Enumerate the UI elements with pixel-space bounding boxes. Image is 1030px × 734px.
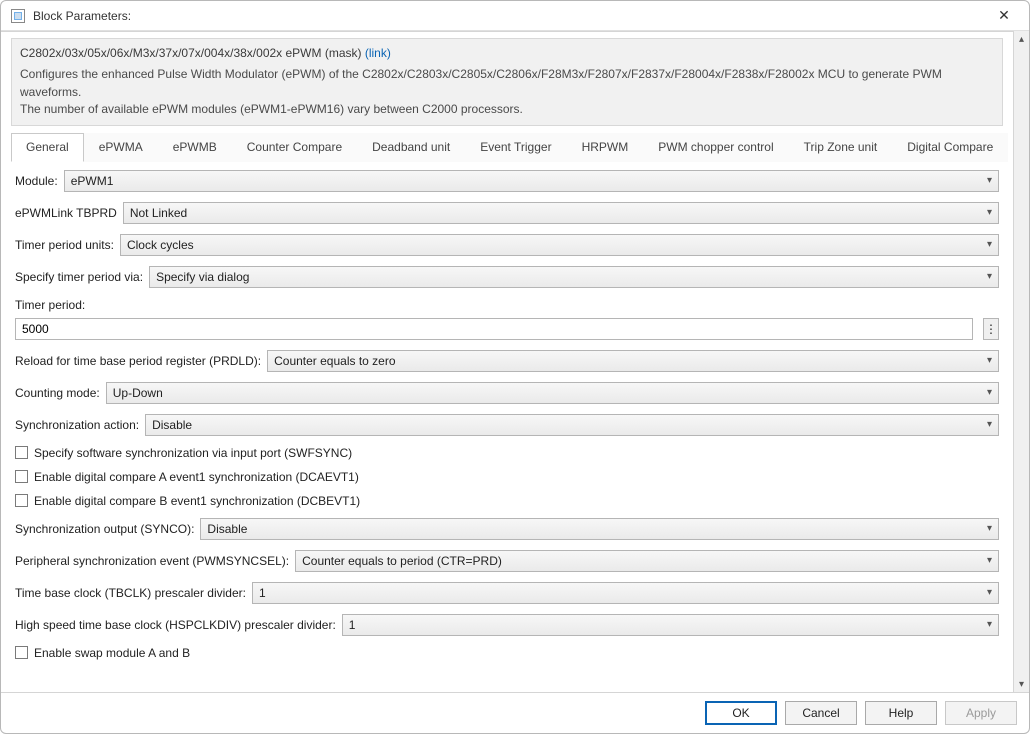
mask-desc-1: Configures the enhanced Pulse Width Modu… — [20, 66, 994, 101]
tab-epwmb[interactable]: ePWMB — [158, 133, 232, 162]
dropdown-timer-units-value: Clock cycles — [127, 238, 194, 252]
label-hspclk: High speed time base clock (HSPCLKDIV) p… — [15, 618, 336, 632]
row-dcaevt1: Enable digital compare A event1 synchron… — [15, 470, 999, 484]
label-dcaevt1: Enable digital compare A event1 synchron… — [34, 470, 359, 484]
mask-desc-2: The number of available ePWM modules (eP… — [20, 101, 994, 118]
label-tbclk: Time base clock (TBCLK) prescaler divide… — [15, 586, 246, 600]
row-synco: Synchronization output (SYNCO): Disable — [15, 518, 999, 540]
dropdown-synco[interactable]: Disable — [200, 518, 999, 540]
dropdown-hspclk-value: 1 — [349, 618, 356, 632]
app-icon — [11, 9, 25, 23]
tab-event-trigger[interactable]: Event Trigger — [465, 133, 566, 162]
label-module: Module: — [15, 174, 58, 188]
dropdown-hspclk[interactable]: 1 — [342, 614, 999, 636]
label-prdld: Reload for time base period register (PR… — [15, 354, 261, 368]
dropdown-pwmsyncsel-value: Counter equals to period (CTR=PRD) — [302, 554, 502, 568]
dropdown-counting[interactable]: Up-Down — [106, 382, 999, 404]
row-tbclk: Time base clock (TBCLK) prescaler divide… — [15, 582, 999, 604]
tabs: General ePWMA ePWMB Counter Compare Dead… — [11, 132, 1003, 162]
dropdown-pwmsyncsel[interactable]: Counter equals to period (CTR=PRD) — [295, 550, 999, 572]
ok-button[interactable]: OK — [705, 701, 777, 725]
checkbox-swfsync[interactable] — [15, 446, 28, 459]
tab-epwma[interactable]: ePWMA — [84, 133, 158, 162]
dropdown-timer-units[interactable]: Clock cycles — [120, 234, 999, 256]
tab-content: Module: ePWM1 ePWMLink TBPRD Not Linked … — [11, 162, 1003, 680]
dropdown-link-tbprd[interactable]: Not Linked — [123, 202, 999, 224]
label-link-tbprd: ePWMLink TBPRD — [15, 206, 117, 220]
row-pwmsyncsel: Peripheral synchronization event (PWMSYN… — [15, 550, 999, 572]
help-button[interactable]: Help — [865, 701, 937, 725]
scroll-down-icon[interactable]: ▾ — [1014, 676, 1030, 692]
timer-period-more-button[interactable]: ⋮ — [983, 318, 999, 340]
tab-hrpwm[interactable]: HRPWM — [567, 133, 644, 162]
label-dcbevt1: Enable digital compare B event1 synchron… — [34, 494, 360, 508]
row-timer-units: Timer period units: Clock cycles — [15, 234, 999, 256]
dropdown-sync-action[interactable]: Disable — [145, 414, 999, 436]
row-module: Module: ePWM1 — [15, 170, 999, 192]
tab-digital-compare[interactable]: Digital Compare — [892, 133, 1008, 162]
label-swap: Enable swap module A and B — [34, 646, 190, 660]
row-dcbevt1: Enable digital compare B event1 synchron… — [15, 494, 999, 508]
dialog-body: C2802x/03x/05x/06x/M3x/37x/07x/004x/38x/… — [1, 31, 1029, 692]
close-button[interactable]: ✕ — [989, 5, 1019, 27]
checkbox-dcbevt1[interactable] — [15, 494, 28, 507]
tab-deadband-unit[interactable]: Deadband unit — [357, 133, 465, 162]
checkbox-dcaevt1[interactable] — [15, 470, 28, 483]
dropdown-counting-value: Up-Down — [113, 386, 163, 400]
scroll-up-icon[interactable]: ▴ — [1014, 31, 1030, 47]
cancel-button[interactable]: Cancel — [785, 701, 857, 725]
tab-general[interactable]: General — [11, 133, 84, 162]
row-timer-period: ⋮ — [15, 318, 999, 340]
row-swfsync: Specify software synchronization via inp… — [15, 446, 999, 460]
dropdown-prdld[interactable]: Counter equals to zero — [267, 350, 999, 372]
row-counting: Counting mode: Up-Down — [15, 382, 999, 404]
tab-pwm-chopper[interactable]: PWM chopper control — [643, 133, 788, 162]
label-pwmsyncsel: Peripheral synchronization event (PWMSYN… — [15, 554, 289, 568]
mask-link[interactable]: (link) — [365, 46, 391, 60]
dropdown-tbclk-value: 1 — [259, 586, 266, 600]
label-timer-units: Timer period units: — [15, 238, 114, 252]
vertical-scrollbar[interactable]: ▴ ▾ — [1013, 31, 1029, 692]
label-timer-period: Timer period: — [15, 298, 85, 312]
tab-counter-compare[interactable]: Counter Compare — [232, 133, 357, 162]
label-counting: Counting mode: — [15, 386, 100, 400]
titlebar: Block Parameters: ✕ — [1, 1, 1029, 31]
row-specify-via: Specify timer period via: Specify via di… — [15, 266, 999, 288]
dropdown-specify-via[interactable]: Specify via dialog — [149, 266, 999, 288]
dropdown-sync-action-value: Disable — [152, 418, 192, 432]
mask-type-text: C2802x/03x/05x/06x/M3x/37x/07x/004x/38x/… — [20, 46, 365, 60]
dialog-footer: OK Cancel Help Apply — [1, 692, 1029, 733]
dropdown-module[interactable]: ePWM1 — [64, 170, 999, 192]
label-sync-action: Synchronization action: — [15, 418, 139, 432]
dropdown-synco-value: Disable — [207, 522, 247, 536]
row-prdld: Reload for time base period register (PR… — [15, 350, 999, 372]
row-link-tbprd: ePWMLink TBPRD Not Linked — [15, 202, 999, 224]
input-timer-period[interactable] — [15, 318, 973, 340]
dialog-window: Block Parameters: ✕ C2802x/03x/05x/06x/M… — [0, 0, 1030, 734]
dropdown-module-value: ePWM1 — [71, 174, 114, 188]
dropdown-link-tbprd-value: Not Linked — [130, 206, 187, 220]
dropdown-specify-via-value: Specify via dialog — [156, 270, 249, 284]
label-synco: Synchronization output (SYNCO): — [15, 522, 194, 536]
row-sync-action: Synchronization action: Disable — [15, 414, 999, 436]
dropdown-prdld-value: Counter equals to zero — [274, 354, 395, 368]
checkbox-swap[interactable] — [15, 646, 28, 659]
tab-trip-zone[interactable]: Trip Zone unit — [789, 133, 893, 162]
window-title: Block Parameters: — [33, 9, 131, 23]
row-hspclk: High speed time base clock (HSPCLKDIV) p… — [15, 614, 999, 636]
mask-description: C2802x/03x/05x/06x/M3x/37x/07x/004x/38x/… — [11, 38, 1003, 126]
row-swap: Enable swap module A and B — [15, 646, 999, 660]
label-swfsync: Specify software synchronization via inp… — [34, 446, 352, 460]
label-specify-via: Specify timer period via: — [15, 270, 143, 284]
dropdown-tbclk[interactable]: 1 — [252, 582, 999, 604]
apply-button: Apply — [945, 701, 1017, 725]
scroll-area: C2802x/03x/05x/06x/M3x/37x/07x/004x/38x/… — [1, 31, 1013, 692]
